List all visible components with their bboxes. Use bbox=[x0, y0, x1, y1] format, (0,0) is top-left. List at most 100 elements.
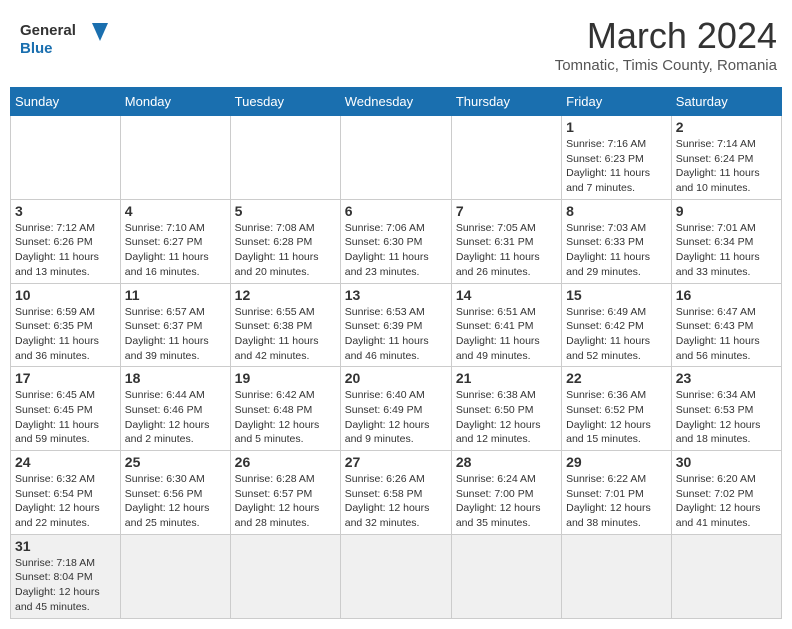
day-number: 6 bbox=[345, 203, 447, 219]
calendar-cell: 25 Sunrise: 6:30 AM Sunset: 6:56 PM Dayli… bbox=[120, 451, 230, 535]
day-info: Sunrise: 6:26 AM Sunset: 6:58 PM Dayligh… bbox=[345, 472, 447, 531]
calendar-cell: 20 Sunrise: 6:40 AM Sunset: 6:49 PM Dayli… bbox=[340, 367, 451, 451]
day-number: 18 bbox=[125, 370, 226, 386]
calendar-cell: 17 Sunrise: 6:45 AM Sunset: 6:45 PM Dayli… bbox=[11, 367, 121, 451]
calendar-cell: 3 Sunrise: 7:12 AM Sunset: 6:26 PM Daylig… bbox=[11, 199, 121, 283]
calendar-cell bbox=[562, 534, 672, 618]
day-info: Sunrise: 6:59 AM Sunset: 6:35 PM Dayligh… bbox=[15, 305, 116, 364]
day-info: Sunrise: 6:38 AM Sunset: 6:50 PM Dayligh… bbox=[456, 388, 557, 447]
weekday-header-monday: Monday bbox=[120, 88, 230, 116]
calendar-cell bbox=[671, 534, 781, 618]
calendar-cell bbox=[120, 116, 230, 200]
day-info: Sunrise: 6:55 AM Sunset: 6:38 PM Dayligh… bbox=[235, 305, 336, 364]
day-number: 28 bbox=[456, 454, 557, 470]
day-number: 26 bbox=[235, 454, 336, 470]
day-info: Sunrise: 6:51 AM Sunset: 6:41 PM Dayligh… bbox=[456, 305, 557, 364]
day-info: Sunrise: 6:30 AM Sunset: 6:56 PM Dayligh… bbox=[125, 472, 226, 531]
day-info: Sunrise: 7:01 AM Sunset: 6:34 PM Dayligh… bbox=[676, 221, 777, 280]
weekday-header-thursday: Thursday bbox=[451, 88, 561, 116]
calendar-cell: 27 Sunrise: 6:26 AM Sunset: 6:58 PM Dayli… bbox=[340, 451, 451, 535]
day-info: Sunrise: 7:05 AM Sunset: 6:31 PM Dayligh… bbox=[456, 221, 557, 280]
calendar-cell: 7Sunrise: 7:05 AM Sunset: 6:31 PM Daylig… bbox=[451, 199, 561, 283]
day-info: Sunrise: 6:47 AM Sunset: 6:43 PM Dayligh… bbox=[676, 305, 777, 364]
calendar-cell bbox=[11, 116, 121, 200]
generalblue-logo-icon: General Blue bbox=[20, 15, 110, 63]
day-info: Sunrise: 7:08 AM Sunset: 6:28 PM Dayligh… bbox=[235, 221, 336, 280]
day-info: Sunrise: 7:10 AM Sunset: 6:27 PM Dayligh… bbox=[125, 221, 226, 280]
day-number: 8 bbox=[566, 203, 667, 219]
calendar-week-row: 3 Sunrise: 7:12 AM Sunset: 6:26 PM Daylig… bbox=[11, 199, 782, 283]
weekday-header-saturday: Saturday bbox=[671, 88, 781, 116]
day-info: Sunrise: 6:24 AM Sunset: 7:00 PM Dayligh… bbox=[456, 472, 557, 531]
calendar-cell: 12 Sunrise: 6:55 AM Sunset: 6:38 PM Dayli… bbox=[230, 283, 340, 367]
calendar-cell: 26Sunrise: 6:28 AM Sunset: 6:57 PM Dayli… bbox=[230, 451, 340, 535]
calendar-cell: 28 Sunrise: 6:24 AM Sunset: 7:00 PM Dayli… bbox=[451, 451, 561, 535]
day-number: 29 bbox=[566, 454, 667, 470]
day-info: Sunrise: 7:14 AM Sunset: 6:24 PM Dayligh… bbox=[676, 137, 777, 196]
calendar-week-row: 24Sunrise: 6:32 AM Sunset: 6:54 PM Dayli… bbox=[11, 451, 782, 535]
day-info: Sunrise: 7:16 AM Sunset: 6:23 PM Dayligh… bbox=[566, 137, 667, 196]
day-number: 22 bbox=[566, 370, 667, 386]
calendar-cell: 2 Sunrise: 7:14 AM Sunset: 6:24 PM Daylig… bbox=[671, 116, 781, 200]
calendar-cell: 11Sunrise: 6:57 AM Sunset: 6:37 PM Dayli… bbox=[120, 283, 230, 367]
calendar-cell: 19 Sunrise: 6:42 AM Sunset: 6:48 PM Dayli… bbox=[230, 367, 340, 451]
day-info: Sunrise: 7:06 AM Sunset: 6:30 PM Dayligh… bbox=[345, 221, 447, 280]
calendar-cell: 24Sunrise: 6:32 AM Sunset: 6:54 PM Dayli… bbox=[11, 451, 121, 535]
weekday-header-tuesday: Tuesday bbox=[230, 88, 340, 116]
day-number: 2 bbox=[676, 119, 777, 135]
calendar-cell: 13 Sunrise: 6:53 AM Sunset: 6:39 PM Dayli… bbox=[340, 283, 451, 367]
calendar-cell bbox=[230, 116, 340, 200]
calendar-cell: 5Sunrise: 7:08 AM Sunset: 6:28 PM Daylig… bbox=[230, 199, 340, 283]
calendar-cell bbox=[451, 534, 561, 618]
day-number: 4 bbox=[125, 203, 226, 219]
calendar-cell: 23Sunrise: 6:34 AM Sunset: 6:53 PM Dayli… bbox=[671, 367, 781, 451]
day-info: Sunrise: 6:20 AM Sunset: 7:02 PM Dayligh… bbox=[676, 472, 777, 531]
calendar-cell: 22Sunrise: 6:36 AM Sunset: 6:52 PM Dayli… bbox=[562, 367, 672, 451]
day-number: 25 bbox=[125, 454, 226, 470]
day-info: Sunrise: 7:03 AM Sunset: 6:33 PM Dayligh… bbox=[566, 221, 667, 280]
day-info: Sunrise: 6:49 AM Sunset: 6:42 PM Dayligh… bbox=[566, 305, 667, 364]
day-info: Sunrise: 6:45 AM Sunset: 6:45 PM Dayligh… bbox=[15, 388, 116, 447]
day-info: Sunrise: 6:44 AM Sunset: 6:46 PM Dayligh… bbox=[125, 388, 226, 447]
day-info: Sunrise: 6:40 AM Sunset: 6:49 PM Dayligh… bbox=[345, 388, 447, 447]
calendar-cell: 8 Sunrise: 7:03 AM Sunset: 6:33 PM Daylig… bbox=[562, 199, 672, 283]
calendar-cell: 9 Sunrise: 7:01 AM Sunset: 6:34 PM Daylig… bbox=[671, 199, 781, 283]
weekday-header-row: SundayMondayTuesdayWednesdayThursdayFrid… bbox=[11, 88, 782, 116]
day-info: Sunrise: 6:57 AM Sunset: 6:37 PM Dayligh… bbox=[125, 305, 226, 364]
calendar-cell: 16Sunrise: 6:47 AM Sunset: 6:43 PM Dayli… bbox=[671, 283, 781, 367]
calendar-cell: 31Sunrise: 7:18 AM Sunset: 8:04 PM Dayli… bbox=[11, 534, 121, 618]
day-number: 1 bbox=[566, 119, 667, 135]
day-number: 17 bbox=[15, 370, 116, 386]
month-year-title: March 2024 bbox=[555, 15, 777, 57]
day-info: Sunrise: 6:34 AM Sunset: 6:53 PM Dayligh… bbox=[676, 388, 777, 447]
day-number: 30 bbox=[676, 454, 777, 470]
calendar-cell: 4 Sunrise: 7:10 AM Sunset: 6:27 PM Daylig… bbox=[120, 199, 230, 283]
calendar-week-row: 1 Sunrise: 7:16 AM Sunset: 6:23 PM Daylig… bbox=[11, 116, 782, 200]
day-info: Sunrise: 7:12 AM Sunset: 6:26 PM Dayligh… bbox=[15, 221, 116, 280]
weekday-header-sunday: Sunday bbox=[11, 88, 121, 116]
day-number: 19 bbox=[235, 370, 336, 386]
calendar-cell: 6 Sunrise: 7:06 AM Sunset: 6:30 PM Daylig… bbox=[340, 199, 451, 283]
calendar-cell bbox=[451, 116, 561, 200]
day-number: 10 bbox=[15, 287, 116, 303]
calendar-cell bbox=[340, 534, 451, 618]
calendar-cell: 1 Sunrise: 7:16 AM Sunset: 6:23 PM Daylig… bbox=[562, 116, 672, 200]
day-number: 20 bbox=[345, 370, 447, 386]
day-info: Sunrise: 6:42 AM Sunset: 6:48 PM Dayligh… bbox=[235, 388, 336, 447]
day-info: Sunrise: 6:53 AM Sunset: 6:39 PM Dayligh… bbox=[345, 305, 447, 364]
svg-text:Blue: Blue bbox=[20, 40, 53, 57]
calendar-cell: 18 Sunrise: 6:44 AM Sunset: 6:46 PM Dayli… bbox=[120, 367, 230, 451]
day-number: 27 bbox=[345, 454, 447, 470]
calendar-week-row: 17 Sunrise: 6:45 AM Sunset: 6:45 PM Dayli… bbox=[11, 367, 782, 451]
calendar-cell bbox=[230, 534, 340, 618]
calendar-week-row: 10 Sunrise: 6:59 AM Sunset: 6:35 PM Dayli… bbox=[11, 283, 782, 367]
calendar-week-row: 31Sunrise: 7:18 AM Sunset: 8:04 PM Dayli… bbox=[11, 534, 782, 618]
day-number: 12 bbox=[235, 287, 336, 303]
calendar-cell bbox=[120, 534, 230, 618]
calendar-cell: 30 Sunrise: 6:20 AM Sunset: 7:02 PM Dayli… bbox=[671, 451, 781, 535]
calendar-cell: 21Sunrise: 6:38 AM Sunset: 6:50 PM Dayli… bbox=[451, 367, 561, 451]
day-number: 9 bbox=[676, 203, 777, 219]
day-number: 3 bbox=[15, 203, 116, 219]
day-number: 13 bbox=[345, 287, 447, 303]
calendar-cell bbox=[340, 116, 451, 200]
